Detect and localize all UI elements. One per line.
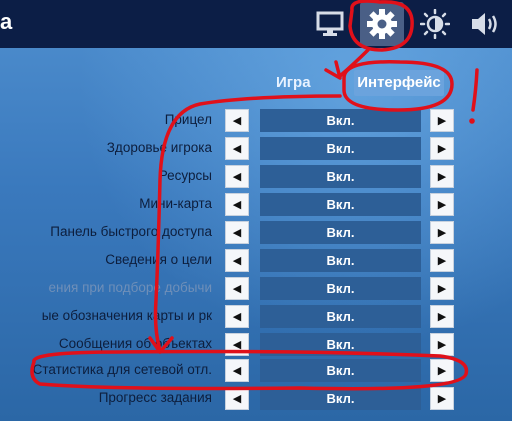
top-bar: а [0, 0, 512, 48]
setting-value[interactable]: Вкл. [260, 193, 421, 216]
arrow-right-button[interactable]: ▶ [430, 333, 454, 356]
tab-game[interactable]: Игра [276, 74, 311, 91]
setting-label: Сведения о цели [105, 252, 212, 267]
setting-value[interactable]: Вкл. [260, 137, 421, 160]
setting-value[interactable]: Вкл. [260, 387, 421, 410]
arrow-left-button[interactable]: ◀ [225, 359, 249, 382]
arrow-left-button[interactable]: ◀ [225, 109, 249, 132]
arrow-right-button[interactable]: ▶ [430, 165, 454, 188]
arrow-right-button[interactable]: ▶ [430, 249, 454, 272]
arrow-right-button[interactable]: ▶ [430, 305, 454, 328]
arrow-right-button[interactable]: ▶ [430, 277, 454, 300]
tab-interface[interactable]: Интерфейс [354, 70, 444, 96]
setting-label: Прицел [164, 112, 212, 127]
page-title: а [0, 9, 13, 34]
setting-value[interactable]: Вкл. [260, 249, 421, 272]
setting-label: Ресурсы [158, 168, 212, 183]
setting-label: Панель быстрого доступа [50, 224, 212, 239]
setting-label: Мини-карта [139, 196, 212, 211]
arrow-right-button[interactable]: ▶ [430, 221, 454, 244]
arrow-left-button[interactable]: ◀ [225, 305, 249, 328]
arrow-right-button[interactable]: ▶ [430, 193, 454, 216]
setting-row-net-stats: Статистика для сетевой отл. ◀ Вкл. ▶ [0, 358, 512, 384]
setting-label: ые обозначения карты и рк [41, 308, 212, 323]
setting-label: ения при подборе добычи [48, 280, 212, 295]
setting-row-map-markers: ые обозначения карты и рк ◀ Вкл. ▶ [0, 304, 512, 330]
arrow-right-button[interactable]: ▶ [430, 109, 454, 132]
arrow-right-button[interactable]: ▶ [430, 137, 454, 160]
setting-row-quest-progress: Прогресс задания ◀ Вкл. ▶ [0, 386, 512, 412]
setting-value[interactable]: Вкл. [260, 359, 421, 382]
brightness-icon[interactable] [417, 6, 453, 42]
setting-row-resources: Ресурсы ◀ Вкл. ▶ [0, 164, 512, 190]
setting-row-player-health: Здоровье игрока ◀ Вкл. ▶ [0, 136, 512, 162]
setting-row-crosshair: Прицел ◀ Вкл. ▶ [0, 108, 512, 134]
setting-row-quickbar: Панель быстрого доступа ◀ Вкл. ▶ [0, 220, 512, 246]
setting-row-target-info: Сведения о цели ◀ Вкл. ▶ [0, 248, 512, 274]
setting-value[interactable]: Вкл. [260, 221, 421, 244]
setting-value[interactable]: Вкл. [260, 333, 421, 356]
arrow-left-button[interactable]: ◀ [225, 277, 249, 300]
arrow-left-button[interactable]: ◀ [225, 137, 249, 160]
setting-label: Здоровье игрока [106, 140, 212, 155]
setting-value[interactable]: Вкл. [260, 277, 421, 300]
setting-label: Прогресс задания [98, 390, 212, 405]
arrow-right-button[interactable]: ▶ [430, 387, 454, 410]
monitor-icon[interactable] [312, 6, 348, 42]
gear-icon[interactable] [360, 2, 404, 46]
speaker-icon[interactable] [468, 6, 504, 42]
setting-row-loot-pickup: ения при подборе добычи ◀ Вкл. ▶ [0, 276, 512, 302]
arrow-left-button[interactable]: ◀ [225, 249, 249, 272]
setting-value[interactable]: Вкл. [260, 109, 421, 132]
setting-row-object-messages: Сообщения об объектах ◀ Вкл. ▶ [0, 332, 512, 358]
setting-label: Сообщения об объектах [58, 336, 212, 351]
setting-value[interactable]: Вкл. [260, 165, 421, 188]
setting-value[interactable]: Вкл. [260, 305, 421, 328]
arrow-left-button[interactable]: ◀ [225, 165, 249, 188]
arrow-left-button[interactable]: ◀ [225, 387, 249, 410]
arrow-left-button[interactable]: ◀ [225, 333, 249, 356]
arrow-left-button[interactable]: ◀ [225, 193, 249, 216]
arrow-right-button[interactable]: ▶ [430, 359, 454, 382]
setting-label: Статистика для сетевой отл. [32, 362, 212, 377]
arrow-left-button[interactable]: ◀ [225, 221, 249, 244]
setting-row-minimap: Мини-карта ◀ Вкл. ▶ [0, 192, 512, 218]
